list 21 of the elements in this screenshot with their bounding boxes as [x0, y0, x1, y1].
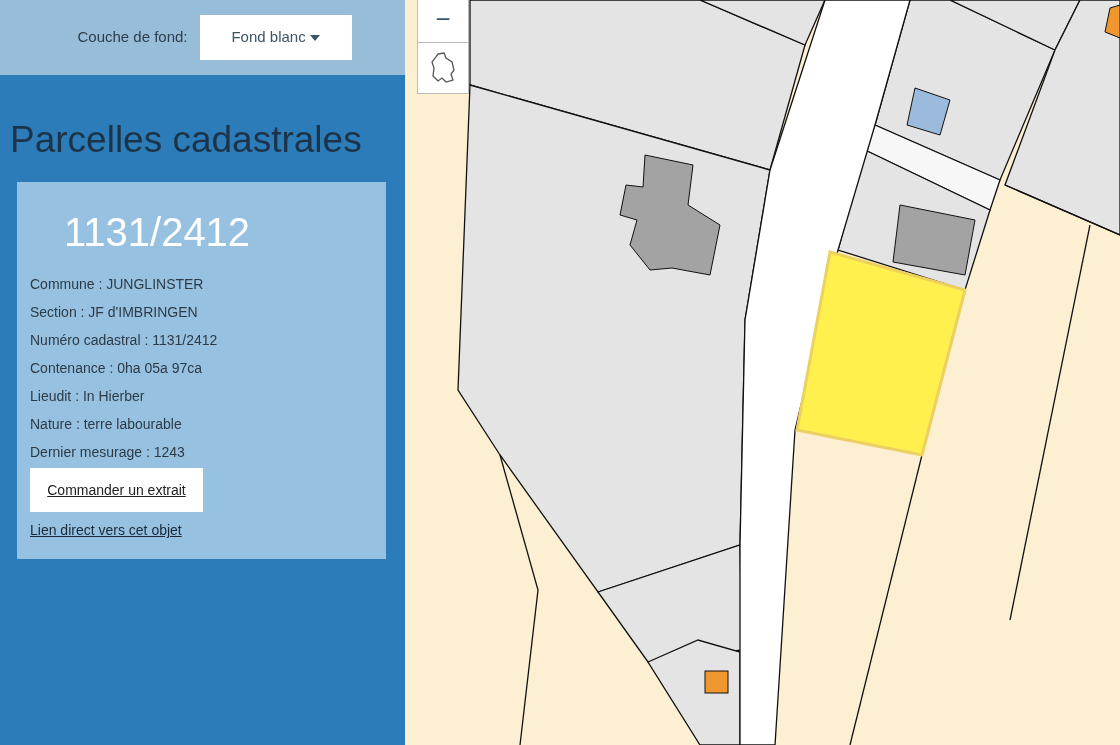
order-extract-button[interactable]: Commander un extrait [30, 468, 203, 512]
caret-icon [309, 34, 320, 41]
parcel-attribute: Lieudit : In Hierber [30, 387, 146, 406]
land-parcel[interactable] [949, 0, 1082, 51]
land-parcel[interactable] [699, 0, 826, 46]
building [1104, 4, 1120, 39]
parcel-attribute: Dernier mesurage : 1243 [30, 443, 186, 462]
layer-dropdown[interactable]: Fond blanc [199, 15, 352, 60]
parcel-number: 1131/2412 [64, 212, 252, 252]
cadastral-map[interactable]: − [405, 0, 1120, 745]
direct-link[interactable]: Lien direct vers cet objet [30, 522, 182, 538]
parcel-attribute: Section : JF d'IMBRINGEN [30, 303, 199, 322]
parcel-attribute: Nature : terre labourable [30, 415, 183, 434]
country-outline-icon [430, 52, 456, 84]
panel-title: Parcelles cadastrales [10, 121, 363, 158]
building [704, 670, 729, 694]
parcel-attribute: Commune : JUNGLINSTER [30, 275, 205, 294]
parcel-attribute: Numéro cadastral : 1131/2412 [30, 331, 219, 350]
layer-label: Couche de fond: [77, 27, 188, 48]
building [906, 87, 951, 136]
parcel-attribute: Contenance : 0ha 05a 97ca [30, 359, 204, 378]
